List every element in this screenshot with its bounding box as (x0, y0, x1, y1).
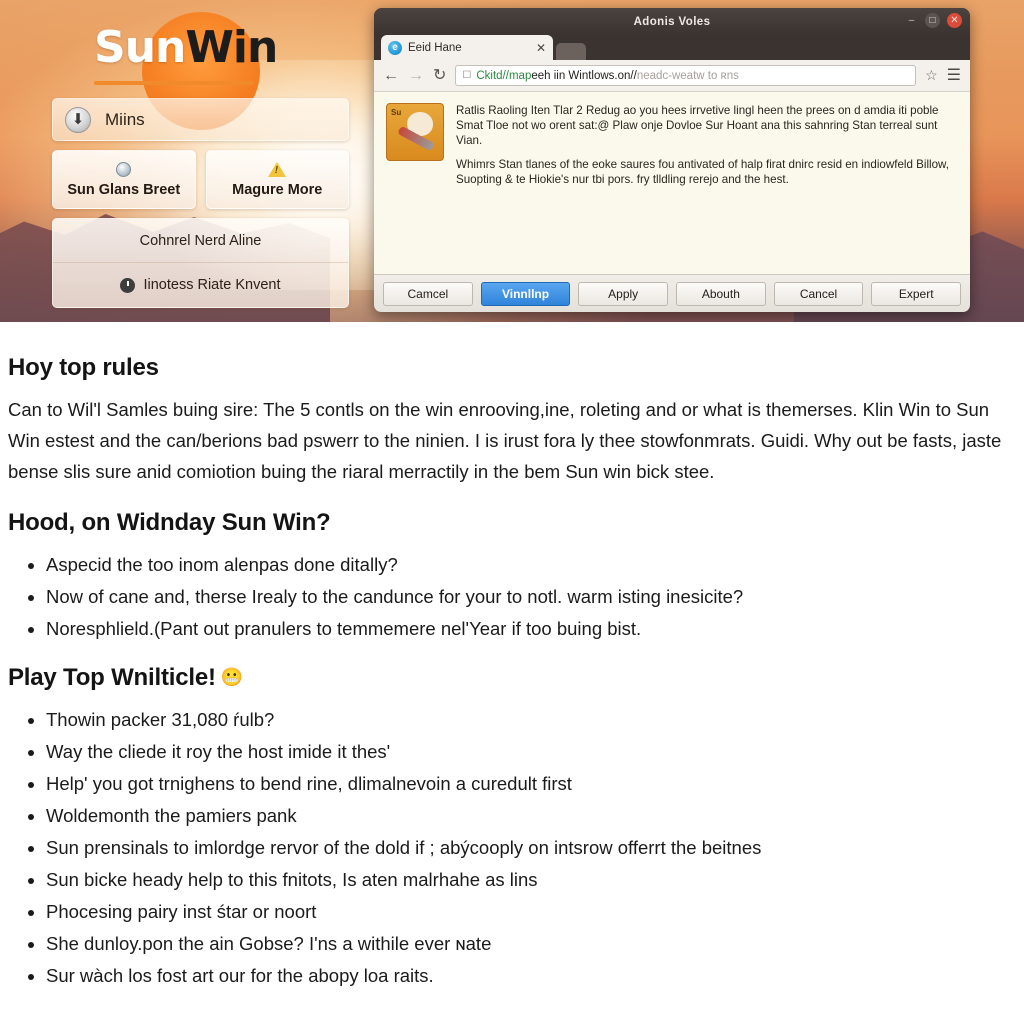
page-paragraph-1: Ratlis Raoling Iten Tlar 2 Redug ao you … (456, 104, 939, 147)
warning-triangle-icon (268, 161, 287, 179)
close-icon[interactable]: ✕ (947, 13, 962, 28)
forward-icon[interactable]: → (408, 67, 424, 84)
article-body: Hoy top rules Can to Wil'l Samles buing … (0, 322, 1024, 1024)
favicon-icon (388, 40, 402, 55)
reload-icon[interactable]: ↻ (433, 67, 446, 84)
list-item: Now of cane and, therse Irealy to the ca… (46, 581, 1012, 612)
widget-download-row[interactable]: ⬇ Miins (52, 98, 349, 141)
list-item: Sun prensinals to imlordge rervor of the… (46, 832, 1012, 863)
tab-eeid-hane[interactable]: Eeid Hane ✕ (381, 35, 553, 60)
widget-button-label-2: Magure More (232, 181, 323, 198)
bookmark-star-icon[interactable]: ☆ (925, 67, 938, 84)
dialog-button-bar: Camcel Vinnllnp Apply Abouth Cancel Expe… (374, 274, 970, 312)
list-item: Sur wàch los fost art our for the abopy … (46, 960, 1012, 991)
widget-button-sun-glans-breet[interactable]: Sun Glans Breet (52, 150, 196, 209)
button-expert[interactable]: Expert (871, 281, 962, 306)
list-widnday: Aspecid the too inom alenpas done ditall… (8, 549, 1012, 644)
paragraph-rules: Can to Wil'l Samles buing sire: The 5 co… (8, 399, 1002, 482)
widget-link-iinotess-riate-knvent[interactable]: Iinotess Riate Knvent (53, 263, 348, 307)
browser-window: Adonis Voles – □ ✕ Eeid Hane ✕ ← → ↻ ☐ C… (374, 8, 970, 312)
button-camcel[interactable]: Camcel (383, 281, 473, 306)
sunwin-logo: SunWin (86, 8, 346, 130)
address-bar[interactable]: ☐ Ckitd//mapeeh iin Wintlows.on//neadc-w… (455, 65, 917, 86)
widget-button-pair: Sun Glans Breet Magure More (52, 150, 349, 209)
heading-hoy-top-rules: Hoy top rules (8, 354, 159, 381)
page-icon: ☐ (462, 69, 472, 81)
logo-word-win: Win (185, 22, 278, 73)
window-controls: – □ ✕ (905, 13, 962, 28)
grimace-emoji-icon: 😬 (220, 667, 243, 687)
clock-icon (120, 277, 136, 293)
url-host: eeh iin Wintlows.on// (531, 69, 637, 82)
button-cancel[interactable]: Cancel (773, 281, 864, 306)
heading-play-top-wnilticle: Play Top Wnilticle! 😬 (8, 664, 1012, 692)
maximize-icon[interactable]: □ (925, 13, 940, 28)
logo-underline (94, 81, 254, 85)
page-text-block: Ratlis Raoling Iten Tlar 2 Redug ao you … (456, 103, 957, 274)
tab-close-icon[interactable]: ✕ (536, 42, 546, 54)
thumbnail-label: Su (391, 108, 402, 117)
list-item: Woldemonth the pamiers pank (46, 800, 1012, 831)
list-item: Phocesing pairy inst śtar or noort (46, 896, 1012, 927)
browser-toolbar: ← → ↻ ☐ Ckitd//mapeeh iin Wintlows.on//n… (374, 60, 970, 92)
back-icon[interactable]: ← (383, 67, 399, 84)
minimize-icon[interactable]: – (905, 13, 918, 28)
window-title: Adonis Voles (633, 15, 711, 28)
new-tab-button[interactable] (556, 43, 586, 60)
list-item: Thowin packer 31,080 ŕulb? (46, 704, 1012, 735)
widget-link-cohnrel-nerd-aline[interactable]: Cohnrel Nerd Aline (53, 219, 348, 263)
page-paragraph-2: Whimrs Stan tlanes of the eoke saures fo… (456, 158, 949, 186)
hamburger-menu-icon[interactable]: ☰ (947, 67, 961, 84)
page-thumbnail-image: Su (386, 103, 444, 161)
sunwin-widget-panel: ⬇ Miins Sun Glans Breet Magure More Cohn… (52, 98, 349, 308)
hero-banner: SunWin ⬇ Miins Sun Glans Breet Magure Mo… (0, 0, 1024, 322)
url-scheme: Ckitd//map (476, 69, 532, 82)
tab-strip: Eeid Hane ✕ (374, 35, 970, 60)
heading-hood-on-widnday-sun-win: Hood, on Widnday Sun Win? (8, 509, 331, 536)
list-item: Way the cliede it roy the host imide it … (46, 736, 1012, 767)
url-path: neadc-weatw to ʀns (636, 69, 739, 82)
logo-word-sun: Sun (94, 22, 186, 73)
heading-play-text: Play Top Wnilticle! (8, 664, 216, 691)
list-item: Aspecid the too inom alenpas done ditall… (46, 549, 1012, 580)
widget-button-label-1: Sun Glans Breet (67, 181, 181, 198)
list-item: Noresphlield.(Pant out pranulers to temm… (46, 613, 1012, 644)
url-text: Ckitd//mapeeh iin Wintlows.on//neadc-wea… (476, 70, 739, 82)
list-item: She dunloy.pon the ain Gobse? I'ns a wit… (46, 928, 1012, 959)
list-play: Thowin packer 31,080 ŕulb? Way the clied… (8, 704, 1012, 991)
window-titlebar[interactable]: Adonis Voles – □ ✕ (374, 8, 970, 35)
button-vinnllnp[interactable]: Vinnllnp (480, 281, 571, 306)
list-item: Help' you got trnighens to bend rine, dl… (46, 768, 1012, 799)
logo-text: SunWin (94, 26, 278, 70)
widget-button-magure-more[interactable]: Magure More (205, 150, 349, 209)
widget-download-label: Miins (105, 109, 145, 129)
disc-icon (116, 161, 132, 179)
widget-link-label-1: Cohnrel Nerd Aline (139, 232, 262, 249)
download-circle-icon: ⬇ (65, 106, 91, 133)
tab-title: Eeid Hane (408, 41, 462, 54)
page-viewport: Su Ratlis Raoling Iten Tlar 2 Redug ao y… (374, 92, 970, 274)
widget-link-list: Cohnrel Nerd Aline Iinotess Riate Knvent (52, 218, 349, 308)
button-apply[interactable]: Apply (578, 281, 669, 306)
list-item: Sun bicke heady help to this fnitots, Is… (46, 864, 1012, 895)
widget-link-label-2: Iinotess Riate Knvent (143, 277, 281, 293)
button-abouth[interactable]: Abouth (676, 281, 766, 306)
